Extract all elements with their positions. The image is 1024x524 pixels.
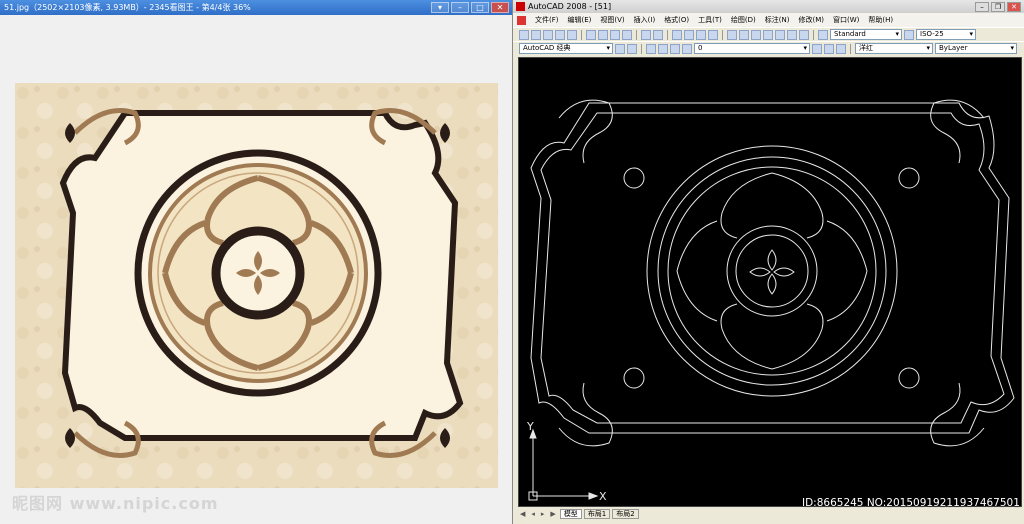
cad-line-drawing: Y X xyxy=(526,99,1015,503)
workspace-settings-icon[interactable] xyxy=(615,43,625,54)
cad-close-button[interactable]: ✕ xyxy=(1007,1,1021,12)
print-icon[interactable] xyxy=(555,29,565,40)
marble-medallion-image xyxy=(15,83,498,488)
drawing-area[interactable]: Y X xyxy=(518,57,1022,507)
menu-edit[interactable]: 编辑(E) xyxy=(568,15,592,25)
properties-icon[interactable] xyxy=(727,29,737,40)
layer-combo[interactable]: 0 xyxy=(694,43,810,54)
ucs-icon xyxy=(528,428,599,501)
cad-minimize-button[interactable]: – xyxy=(975,1,989,12)
zoom-previous-icon[interactable] xyxy=(708,29,718,40)
autocad-window: AutoCAD 2008 - [51] – ❐ ✕ 文件(F) 编辑(E) 视图… xyxy=(512,0,1024,524)
redo-icon[interactable] xyxy=(653,29,663,40)
menu-dimension[interactable]: 标注(N) xyxy=(765,15,790,25)
document-icon[interactable] xyxy=(517,15,526,25)
tab-layout1[interactable]: 布局1 xyxy=(583,509,611,519)
workspace-combo[interactable]: AutoCAD 经典 xyxy=(519,43,613,54)
tab-model[interactable]: 模型 xyxy=(559,509,582,519)
watermark-text: 昵图网 www.nipic.com xyxy=(12,494,219,513)
tab-next-arrow[interactable]: ▸ xyxy=(539,510,547,518)
undo-icon[interactable] xyxy=(641,29,651,40)
id-watermark: ID:8665245 NO:20150919211937467501 xyxy=(802,497,1020,509)
viewer-maximize-button[interactable]: □ xyxy=(471,2,489,13)
cad-titlebar[interactable]: AutoCAD 2008 - [51] – ❐ ✕ xyxy=(513,0,1024,13)
ucs-y-label: Y xyxy=(526,420,534,433)
layer-manager-icon[interactable] xyxy=(646,43,656,54)
tab-prev-arrow[interactable]: ◂ xyxy=(529,510,537,518)
menu-tools[interactable]: 工具(T) xyxy=(698,15,722,25)
center-ring xyxy=(211,226,305,320)
preview-icon[interactable] xyxy=(567,29,577,40)
dim-style-combo[interactable]: ISO-25 xyxy=(916,29,976,40)
viewer-dropdown-button[interactable]: ▾ xyxy=(431,2,449,13)
make-current-icon[interactable] xyxy=(812,43,822,54)
viewer-close-button[interactable]: ✕ xyxy=(491,2,509,13)
color-combo[interactable]: 洋红 xyxy=(855,43,933,54)
layer-previous-icon[interactable] xyxy=(824,43,834,54)
markup-icon[interactable] xyxy=(775,29,785,40)
copy-icon[interactable] xyxy=(598,29,608,40)
text-style-combo[interactable]: Standard xyxy=(830,29,902,40)
menu-view[interactable]: 视图(V) xyxy=(600,15,624,25)
layer-freeze-icon[interactable] xyxy=(670,43,680,54)
cad-menubar: 文件(F) 编辑(E) 视图(V) 插入(I) 格式(O) 工具(T) 绘图(D… xyxy=(513,13,1024,27)
cad-title: AutoCAD 2008 - [51] xyxy=(528,2,612,11)
layer-lock-icon[interactable] xyxy=(682,43,692,54)
paste-icon[interactable] xyxy=(610,29,620,40)
menu-format[interactable]: 格式(O) xyxy=(664,15,689,25)
help-icon[interactable] xyxy=(799,29,809,40)
workspace-save-icon[interactable] xyxy=(627,43,637,54)
layers-toolbar: AutoCAD 经典 0 洋红 ByLayer xyxy=(513,41,1024,55)
layout-tabs: ◀ ◂ ▸ ▶ 模型 布局1 布局2 xyxy=(518,508,639,520)
ucs-x-label: X xyxy=(599,490,607,503)
viewer-titlebar[interactable]: 51.jpg（2502×2103像素, 3.93MB）- 2345看图王 - 第… xyxy=(0,0,512,15)
standard-toolbar: Standard ISO-25 xyxy=(513,27,1024,41)
viewer-title: 51.jpg（2502×2103像素, 3.93MB）- 2345看图王 - 第… xyxy=(4,3,251,12)
menu-window[interactable]: 窗口(W) xyxy=(833,15,859,25)
sheet-set-icon[interactable] xyxy=(763,29,773,40)
tab-layout2[interactable]: 布局2 xyxy=(612,509,639,519)
viewer-minimize-button[interactable]: – xyxy=(451,2,469,13)
linetype-combo[interactable]: ByLayer xyxy=(935,43,1017,54)
menu-file[interactable]: 文件(F) xyxy=(535,15,559,25)
new-icon[interactable] xyxy=(519,29,529,40)
tab-first-arrow[interactable]: ◀ xyxy=(518,510,527,518)
menu-draw[interactable]: 绘图(D) xyxy=(731,15,756,25)
layer-on-icon[interactable] xyxy=(658,43,668,54)
zoom-window-icon[interactable] xyxy=(696,29,706,40)
cad-restore-button[interactable]: ❐ xyxy=(991,1,1005,12)
menu-help[interactable]: 帮助(H) xyxy=(868,15,893,25)
image-viewer-window: 51.jpg（2502×2103像素, 3.93MB）- 2345看图王 - 第… xyxy=(0,0,512,524)
tool-palettes-icon[interactable] xyxy=(751,29,761,40)
save-icon[interactable] xyxy=(543,29,553,40)
text-style-icon[interactable] xyxy=(818,29,828,40)
dim-style-icon[interactable] xyxy=(904,29,914,40)
menu-modify[interactable]: 修改(M) xyxy=(798,15,824,25)
open-icon[interactable] xyxy=(531,29,541,40)
zoom-realtime-icon[interactable] xyxy=(684,29,694,40)
match-properties-icon[interactable] xyxy=(622,29,632,40)
calculator-icon[interactable] xyxy=(787,29,797,40)
layer-states-icon[interactable] xyxy=(836,43,846,54)
tab-last-arrow[interactable]: ▶ xyxy=(548,510,557,518)
cut-icon[interactable] xyxy=(586,29,596,40)
design-center-icon[interactable] xyxy=(739,29,749,40)
pan-icon[interactable] xyxy=(672,29,682,40)
autocad-app-icon xyxy=(516,2,525,11)
menu-insert[interactable]: 插入(I) xyxy=(634,15,656,25)
